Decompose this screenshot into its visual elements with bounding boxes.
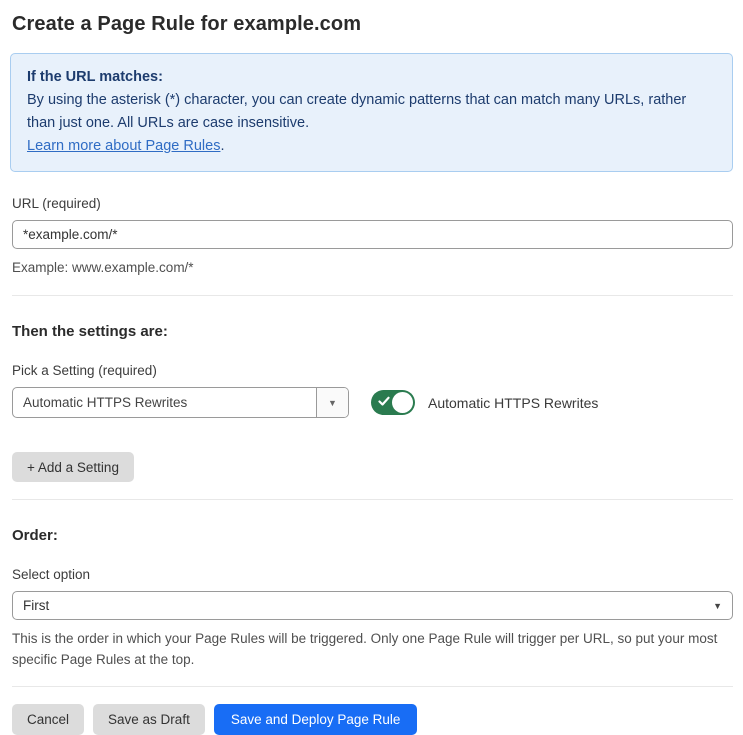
info-box-body-text: By using the asterisk (*) character, you… <box>27 92 687 131</box>
setting-row: Automatic HTTPS Rewrites ▼ Automatic HTT… <box>12 387 733 418</box>
divider <box>12 499 733 500</box>
cancel-button[interactable]: Cancel <box>12 704 85 735</box>
setting-toggle-label: Automatic HTTPS Rewrites <box>428 394 599 411</box>
footer-actions: Cancel Save as Draft Save and Deploy Pag… <box>12 704 733 735</box>
save-and-deploy-button[interactable]: Save and Deploy Page Rule <box>213 704 418 735</box>
save-as-draft-button[interactable]: Save as Draft <box>93 704 205 735</box>
learn-more-link[interactable]: Learn more about Page Rules <box>27 138 220 154</box>
add-setting-button[interactable]: + Add a Setting <box>12 452 134 482</box>
order-select-value: First <box>23 598 50 613</box>
page-title: Create a Page Rule for example.com <box>12 13 362 35</box>
create-page-rule-form: Create a Page Rule for example.com If th… <box>0 0 743 735</box>
check-icon <box>378 396 390 406</box>
divider <box>12 295 733 296</box>
divider <box>12 686 733 687</box>
order-select-label: Select option <box>12 567 91 582</box>
chevron-down-icon: ▼ <box>713 600 722 611</box>
order-section-heading: Order: <box>12 527 58 544</box>
info-box-body: By using the asterisk (*) character, you… <box>27 89 716 158</box>
toggle-knob <box>392 392 413 413</box>
info-box-heading: If the URL matches: <box>27 69 163 85</box>
order-helper-text: This is the order in which your Page Rul… <box>12 631 718 667</box>
url-example-helper: Example: www.example.com/* <box>12 260 194 275</box>
settings-section-heading: Then the settings are: <box>12 323 168 340</box>
setting-picker-value: Automatic HTTPS Rewrites <box>23 395 188 410</box>
setting-toggle[interactable] <box>371 390 415 415</box>
url-field-label: URL (required) <box>12 196 101 211</box>
link-suffix: . <box>220 138 225 154</box>
url-input[interactable] <box>12 220 733 249</box>
pick-setting-label: Pick a Setting (required) <box>12 363 157 378</box>
order-select-dropdown[interactable]: First ▼ <box>12 591 733 620</box>
setting-picker-dropdown[interactable]: Automatic HTTPS Rewrites ▼ <box>12 387 349 418</box>
url-matches-info-box: If the URL matches: By using the asteris… <box>10 53 733 172</box>
chevron-down-icon[interactable]: ▼ <box>316 388 348 417</box>
